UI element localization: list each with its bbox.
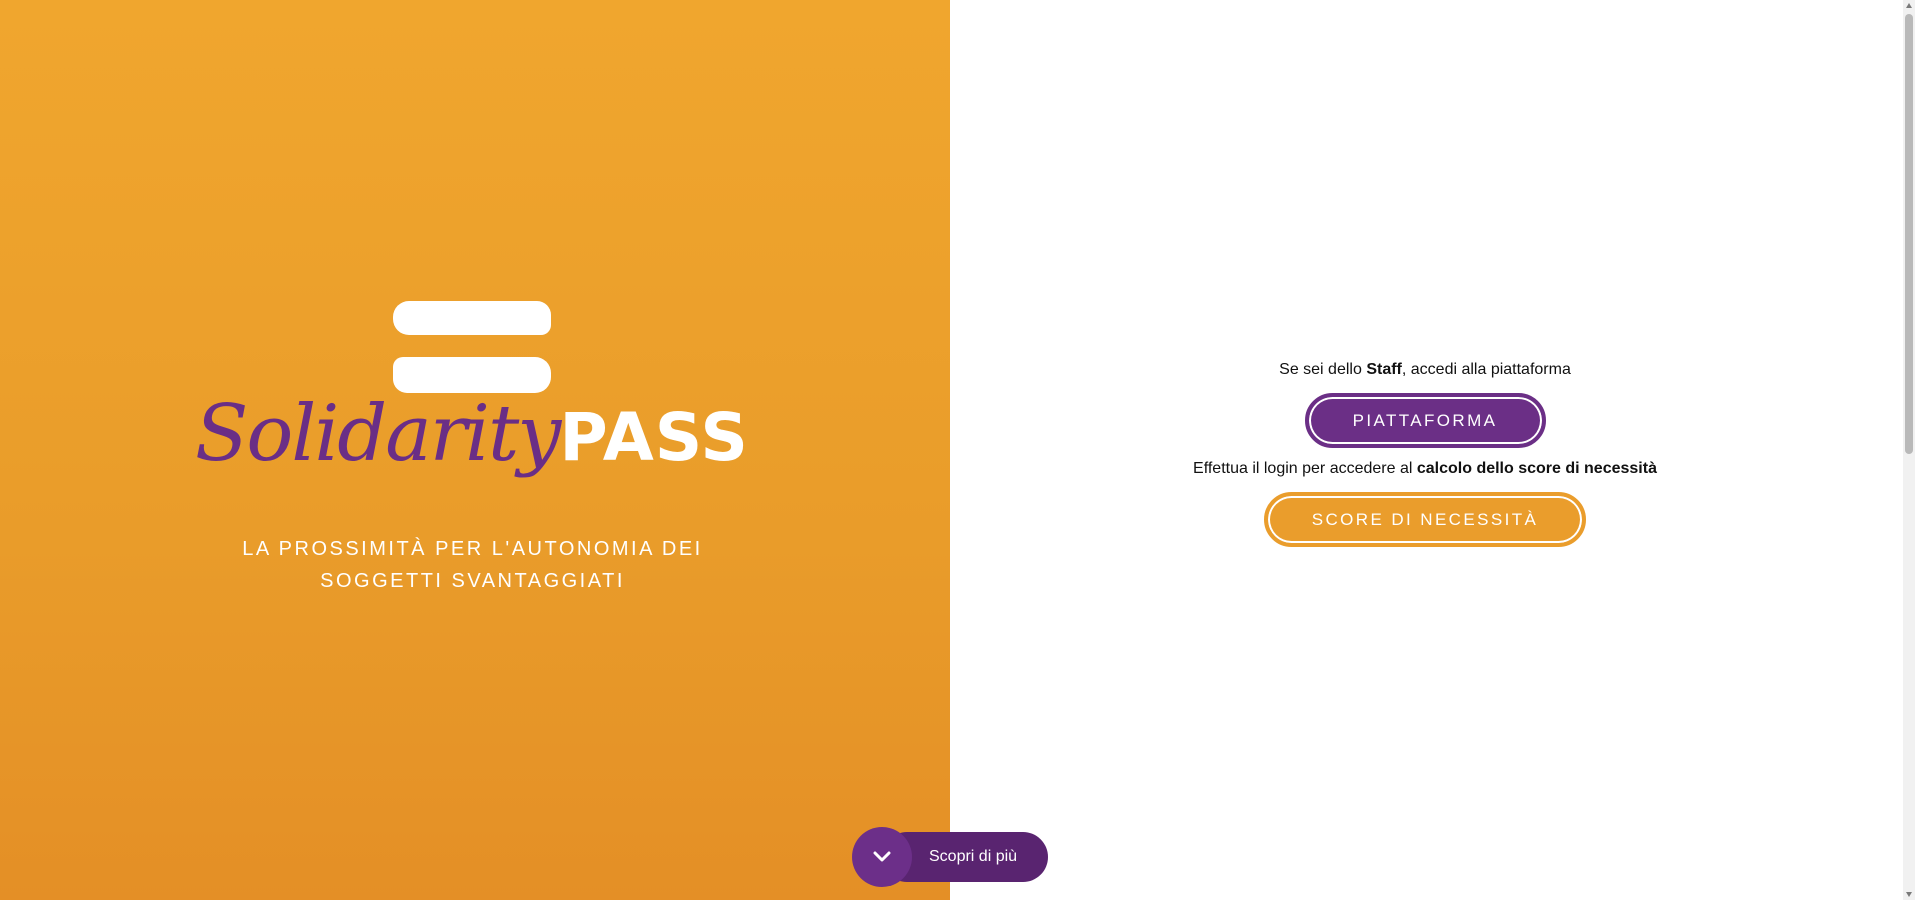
score-text-before: Effettua il login per accedere al	[1193, 460, 1417, 477]
discover-circle[interactable]	[852, 827, 912, 887]
logo-wordmark: SolidarityPASS	[195, 395, 749, 473]
scroll-up-arrow-icon[interactable]	[1906, 3, 1912, 8]
chevron-down-icon	[873, 851, 891, 862]
hero-tagline: LA PROSSIMITÀ PER L'AUTONOMIA DEI SOGGET…	[200, 533, 745, 597]
staff-text-bold: Staff	[1366, 361, 1402, 378]
discover-label[interactable]: Scopri di più	[929, 832, 1017, 882]
staff-text-before: Se sei dello	[1279, 361, 1367, 378]
page-scrollbar[interactable]	[1903, 0, 1915, 900]
staff-text-after: , accedi alla piattaforma	[1401, 361, 1571, 378]
logo-bold-text: PASS	[559, 399, 749, 476]
logo-top-bar	[393, 301, 551, 335]
scroll-down-arrow-icon[interactable]	[1906, 892, 1912, 897]
tagline-line-1: LA PROSSIMITÀ PER L'AUTONOMIA DEI	[242, 538, 703, 560]
score-info-text: Effettua il login per accedere al calcol…	[950, 456, 1900, 482]
staff-info-text: Se sei dello Staff, accedi alla piattafo…	[950, 357, 1900, 383]
discover-more-button[interactable]: Scopri di più	[852, 827, 1048, 887]
platform-button[interactable]: PIATTAFORMA	[1304, 393, 1546, 448]
score-text-bold: calcolo dello score di necessità	[1416, 460, 1657, 477]
scrollbar-thumb[interactable]	[1905, 14, 1913, 454]
hero-panel: SolidarityPASS LA PROSSIMITÀ PER L'AUTON…	[0, 0, 950, 900]
score-button[interactable]: SCORE DI NECESSITÀ	[1264, 492, 1586, 547]
landing-page: SolidarityPASS LA PROSSIMITÀ PER L'AUTON…	[0, 0, 1915, 900]
access-content: Se sei dello Staff, accedi alla piattafo…	[950, 357, 1900, 547]
solidarity-pass-logo: SolidarityPASS	[195, 295, 755, 515]
tagline-line-2: SOGGETTI SVANTAGGIATI	[320, 570, 625, 592]
logo-script-text: Solidarity	[195, 389, 561, 479]
logo-bottom-bar	[393, 357, 551, 393]
access-panel: Se sei dello Staff, accedi alla piattafo…	[950, 0, 1903, 900]
